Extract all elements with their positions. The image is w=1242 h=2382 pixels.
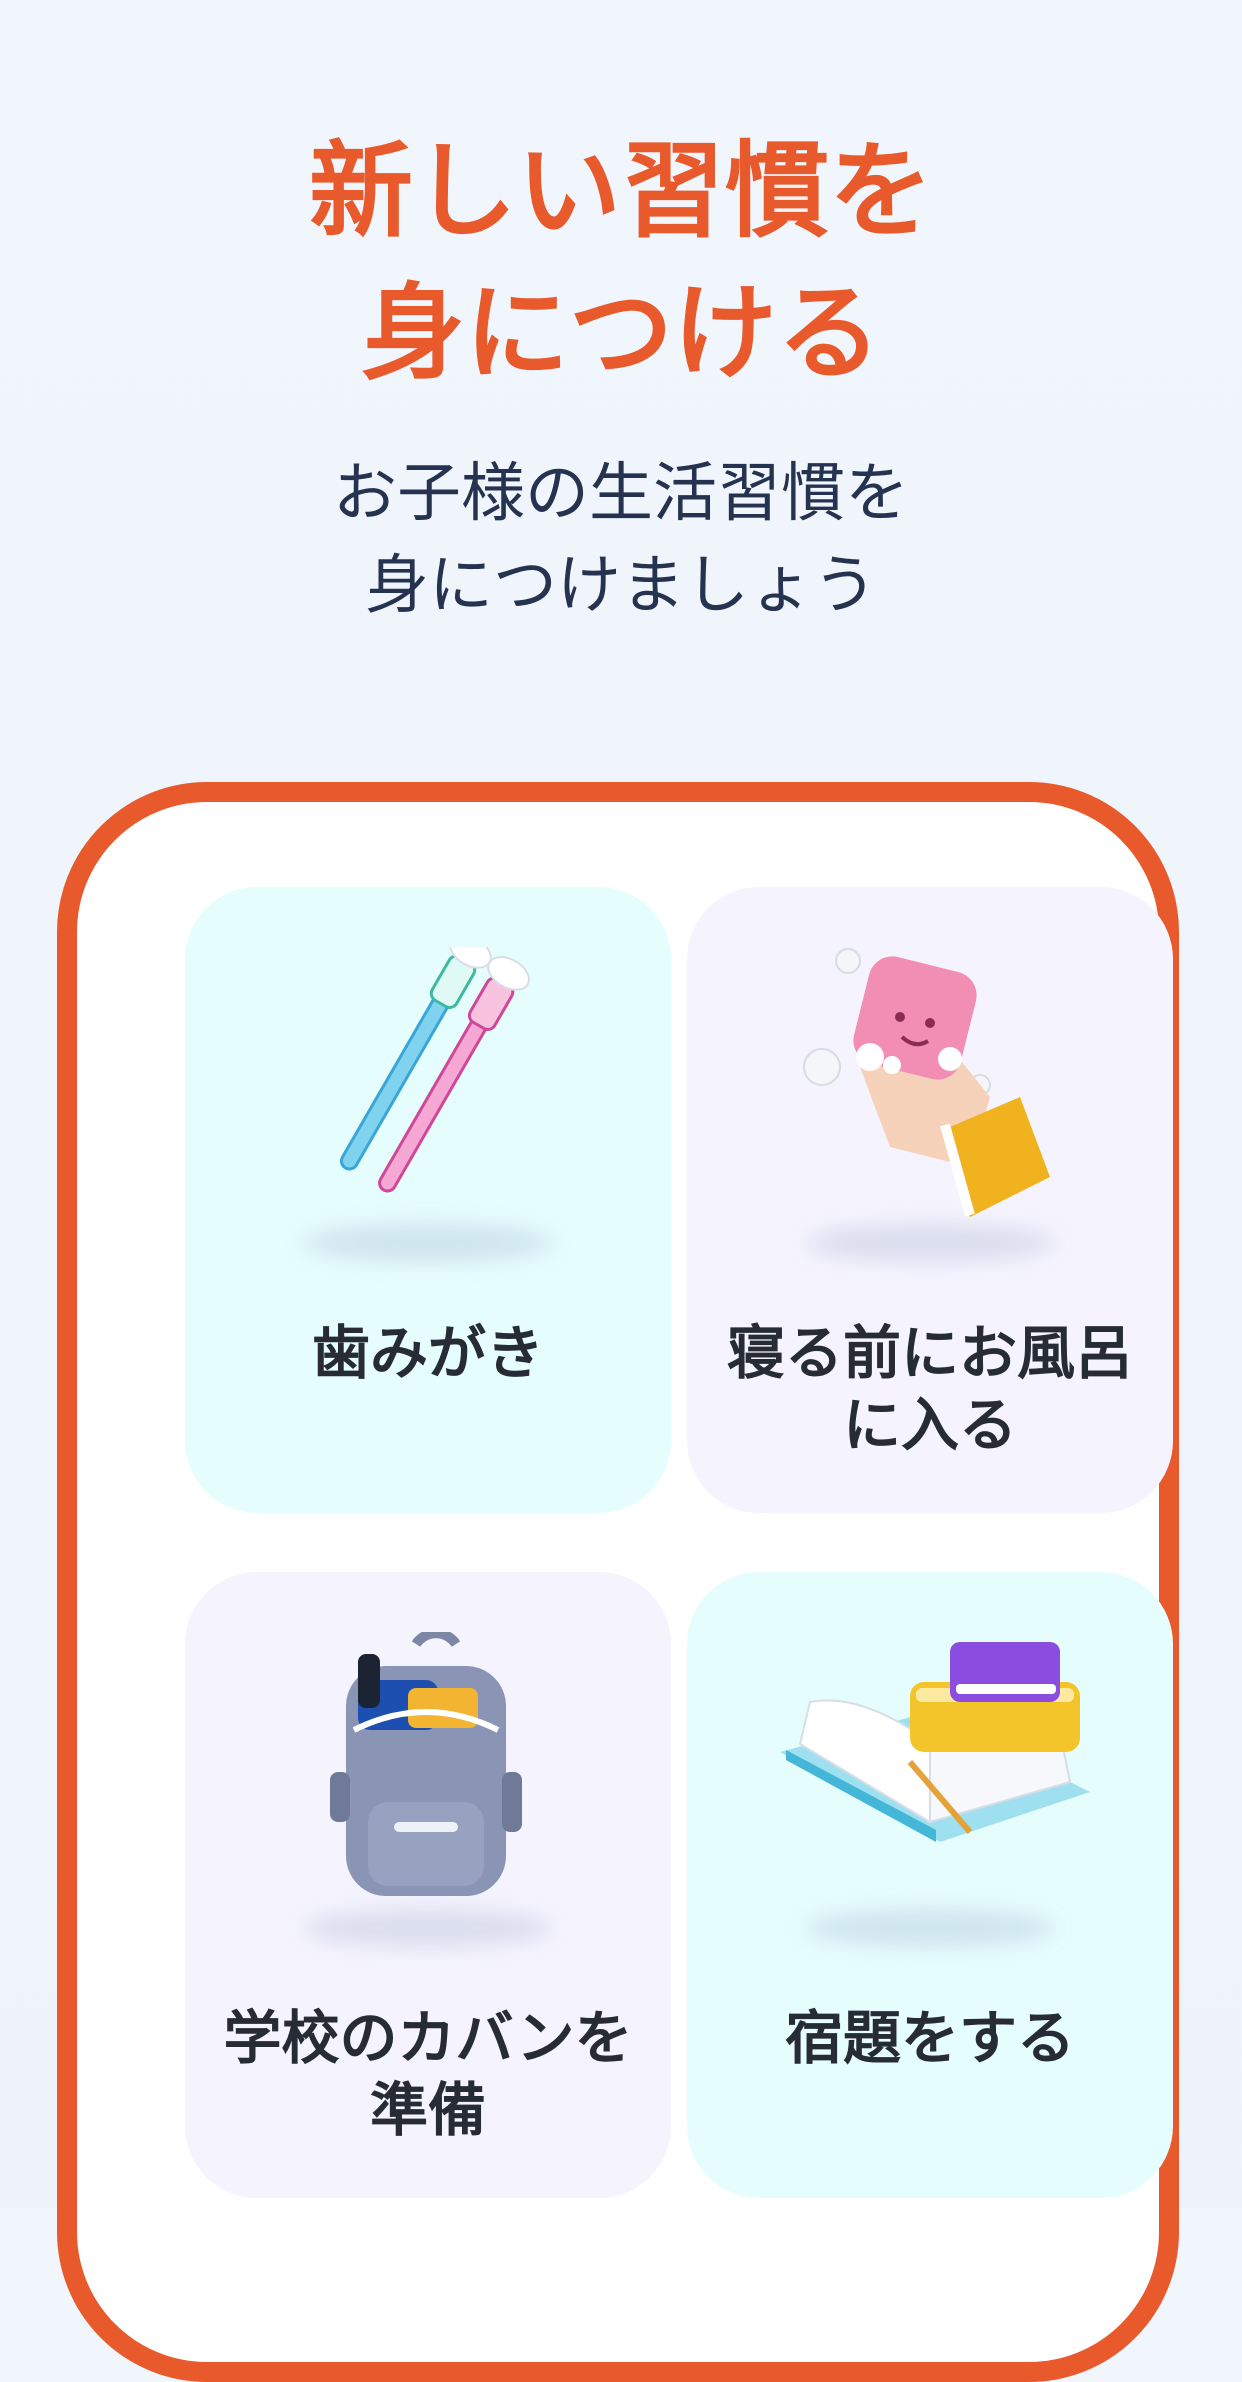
books-icon	[780, 1642, 1090, 1842]
page-subtitle: お子様の生活習慣を 身につけましょう	[0, 448, 1242, 632]
habit-label: 歯みがき	[311, 1319, 544, 1387]
habit-label-line-1: 寝る前にお風呂	[726, 1319, 1133, 1387]
habit-label: 宿題をする	[784, 2004, 1075, 2072]
page-title-line-2: 身につける	[360, 272, 881, 394]
habit-label-line-2: 準備	[369, 2076, 486, 2144]
habit-label-line-2: に入る	[842, 1391, 1017, 1459]
phone-frame: 歯みがき 寝る前にお風呂 に入る 学校のカバンを 準備 宿題をする	[57, 782, 1179, 2382]
habit-card-bath[interactable]: 寝る前にお風呂 に入る	[687, 887, 1173, 1513]
page-title-line-1: 新しい習慣を	[308, 130, 933, 252]
backpack-icon	[330, 1632, 522, 1896]
page-subtitle-line-2: 身につけましょう	[365, 549, 877, 623]
habit-card-homework[interactable]: 宿題をする	[687, 1572, 1173, 2198]
page-subtitle-line-1: お子様の生活習慣を	[333, 457, 909, 531]
soap-hand-icon	[803, 948, 1050, 1217]
page-title: 新しい習慣を 身につける	[0, 120, 1242, 404]
habit-card-toothbrushing[interactable]: 歯みがき	[185, 887, 671, 1513]
toothbrush-icon	[339, 947, 530, 1193]
habit-card-backpack[interactable]: 学校のカバンを 準備	[185, 1572, 671, 2198]
habit-label-line-1: 学校のカバンを	[223, 2004, 633, 2072]
